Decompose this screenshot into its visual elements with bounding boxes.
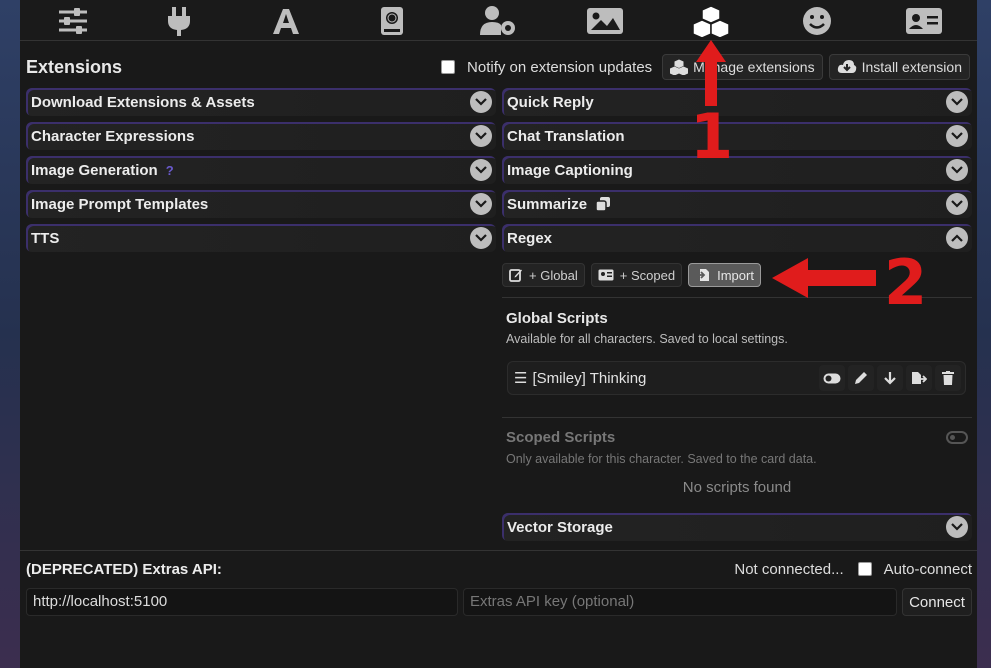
divider <box>20 550 977 551</box>
manage-extensions-button[interactable]: Manage extensions <box>662 54 823 80</box>
copy-icon <box>595 197 611 212</box>
import-script-button[interactable]: Import <box>688 263 761 287</box>
chevron-down-icon[interactable] <box>946 516 968 538</box>
file-export-icon[interactable] <box>906 365 932 391</box>
trash-icon[interactable] <box>935 365 961 391</box>
drawer-label: Quick Reply <box>507 93 594 111</box>
image-icon[interactable] <box>585 4 625 38</box>
import-label: Import <box>717 267 754 283</box>
drawer-label: TTS <box>31 229 60 247</box>
chevron-down-icon[interactable] <box>470 125 492 147</box>
drawer-label: Summarize <box>507 195 588 213</box>
annotation-number-1: 1 <box>690 100 734 173</box>
divider <box>502 417 972 418</box>
extras-api-title: (DEPRECATED) Extras API: <box>26 560 222 578</box>
drag-handle-icon[interactable]: ☰ <box>514 369 527 387</box>
regex-toolbar: + Global + Scoped Import <box>502 263 761 287</box>
global-scripts-title: Global Scripts <box>506 310 608 327</box>
book-globe-icon[interactable] <box>372 4 412 38</box>
chevron-down-icon[interactable] <box>946 159 968 181</box>
scoped-toggle[interactable] <box>946 431 968 444</box>
drawer-image-prompt-templates[interactable]: Image Prompt Templates <box>26 190 496 218</box>
id-card-small-icon <box>598 269 614 281</box>
arrow-down-icon[interactable] <box>877 365 903 391</box>
drawer-label: Image Prompt Templates <box>31 195 209 213</box>
edit-icon <box>509 269 522 282</box>
drawer-character-expressions[interactable]: Character Expressions <box>26 122 496 150</box>
extensions-title: Extensions <box>26 56 123 77</box>
toggle-on-icon[interactable] <box>819 365 845 391</box>
help-hint[interactable]: ? <box>166 163 174 178</box>
auto-connect-label: Auto-connect <box>883 560 972 578</box>
drawer-label: Character Expressions <box>31 127 195 145</box>
chevron-down-icon[interactable] <box>470 91 492 113</box>
smiley-icon[interactable] <box>797 4 837 38</box>
drawer-label: Chat Translation <box>507 127 625 145</box>
chevron-down-icon[interactable] <box>470 227 492 249</box>
connection-status: Not connected... <box>734 560 844 578</box>
install-extension-label: Install extension <box>861 59 962 75</box>
arrow-left-annotation <box>772 258 876 298</box>
auto-connect-checkbox[interactable] <box>857 562 872 576</box>
extras-url-input[interactable]: http://localhost:5100 <box>26 588 458 616</box>
drawer-vector-storage[interactable]: Vector Storage <box>502 513 972 541</box>
chevron-up-icon[interactable] <box>946 227 968 249</box>
user-cog-icon[interactable] <box>478 4 518 38</box>
scoped-scripts-title: Scoped Scripts <box>506 429 616 446</box>
chevron-down-icon[interactable] <box>946 91 968 113</box>
top-toolbar <box>20 0 977 42</box>
notify-label: Notify on extension updates <box>467 58 653 76</box>
drawer-label: Download Extensions & Assets <box>31 93 255 111</box>
file-import-icon <box>696 269 710 281</box>
extras-api-key-input[interactable]: Extras API key (optional) <box>463 588 897 616</box>
install-extension-button[interactable]: Install extension <box>828 54 970 80</box>
chevron-down-icon[interactable] <box>946 193 968 215</box>
scoped-scripts-subtitle: Only available for this character. Saved… <box>506 452 817 466</box>
drawer-label: Image Captioning <box>507 161 633 179</box>
arrow-up-annotation <box>696 40 726 106</box>
pencil-icon[interactable] <box>848 365 874 391</box>
add-scoped-label: + Scoped <box>619 267 676 283</box>
annotation-number-2: 2 <box>884 246 928 319</box>
sliders-icon[interactable] <box>53 4 93 38</box>
chevron-down-icon[interactable] <box>946 125 968 147</box>
drawer-summarize[interactable]: Summarize <box>502 190 972 218</box>
font-icon[interactable] <box>266 4 306 38</box>
no-scripts-text: No scripts found <box>682 479 792 496</box>
script-name: [Smiley] Thinking <box>532 369 647 387</box>
extensions-header: Extensions Notify on extension updates M… <box>26 53 970 81</box>
background-right <box>977 0 991 668</box>
drawer-label: Regex <box>507 229 553 247</box>
drawer-quick-reply[interactable]: Quick Reply <box>502 88 972 116</box>
extras-api-row: (DEPRECATED) Extras API: Not connected..… <box>26 557 972 581</box>
extensions-panel: Extensions Notify on extension updates M… <box>20 40 977 668</box>
drawer-chat-translation[interactable]: Chat Translation <box>502 122 972 150</box>
add-global-label: + Global <box>529 267 578 283</box>
drawer-label: Vector Storage <box>507 518 613 536</box>
drawer-tts[interactable]: TTS <box>26 224 496 252</box>
drawer-download-extensions[interactable]: Download Extensions & Assets <box>26 88 496 116</box>
add-scoped-script-button[interactable]: + Scoped <box>590 263 683 287</box>
cloud-download-icon <box>837 60 856 73</box>
plug-icon[interactable] <box>159 4 199 38</box>
connect-button[interactable]: Connect <box>902 588 972 616</box>
background-left <box>0 0 20 668</box>
drawer-image-generation[interactable]: Image Generation? <box>26 156 496 184</box>
chevron-down-icon[interactable] <box>470 193 492 215</box>
global-scripts-subtitle: Available for all characters. Saved to l… <box>506 332 788 346</box>
id-card-icon[interactable] <box>904 4 944 38</box>
cubes-icon[interactable] <box>691 4 731 38</box>
cubes-small-icon <box>670 59 689 75</box>
add-global-script-button[interactable]: + Global <box>502 263 585 287</box>
notify-checkbox[interactable] <box>441 60 456 74</box>
chevron-down-icon[interactable] <box>470 159 492 181</box>
script-row[interactable]: ☰ [Smiley] Thinking <box>507 361 966 395</box>
drawer-image-captioning[interactable]: Image Captioning <box>502 156 972 184</box>
drawer-label: Image Generation <box>31 161 158 179</box>
